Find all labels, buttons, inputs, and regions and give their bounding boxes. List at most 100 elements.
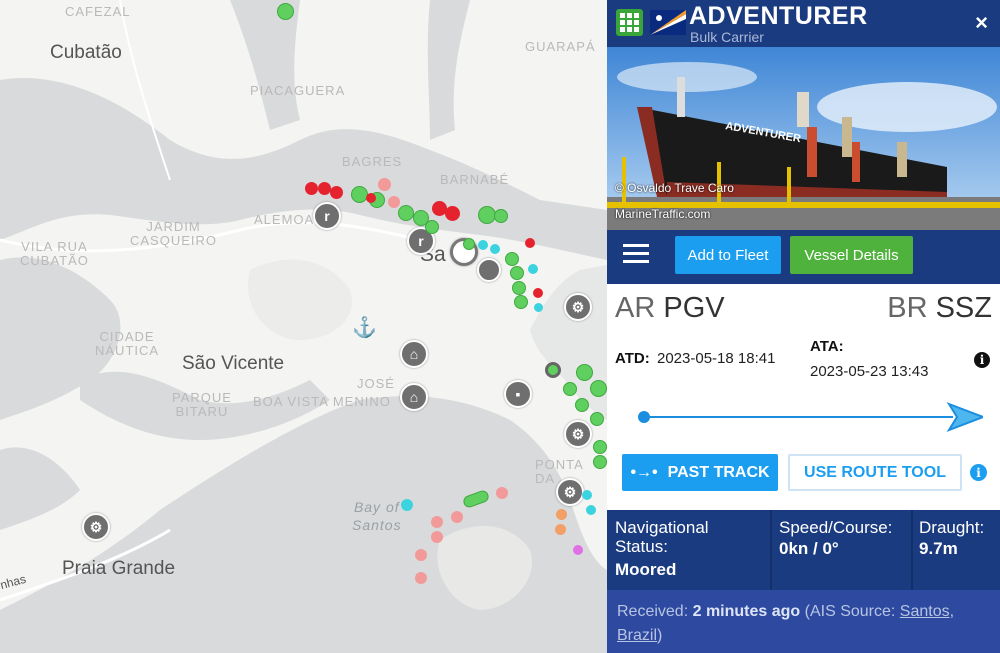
vessel-marker[interactable] (445, 206, 460, 221)
place-sao-vicente: São Vicente (182, 353, 285, 374)
received-age: 2 minutes ago (692, 603, 801, 620)
received-info: Received: 2 minutes ago (AIS Source: San… (607, 590, 1000, 653)
vessel-details-button[interactable]: Vessel Details (790, 236, 913, 274)
departure-port[interactable]: AR PGV (615, 292, 725, 325)
vessel-marker[interactable] (490, 244, 500, 254)
route-tool-button[interactable]: USE ROUTE TOOL (788, 454, 962, 491)
info-icon[interactable]: i (970, 464, 987, 481)
vessel-marker[interactable] (576, 364, 593, 381)
vessel-marker[interactable] (431, 516, 443, 528)
place-guaraqua: GUARAPÁ (525, 39, 596, 54)
vessel-marker[interactable] (512, 281, 526, 295)
basket-icon[interactable]: ⌂ (400, 340, 428, 368)
status-bar: Navigational Status: Moored Speed/Course… (607, 510, 1000, 590)
vessel-marker[interactable] (593, 440, 607, 454)
vessel-marker[interactable] (582, 490, 592, 500)
vessel-name: ADVENTURER (689, 2, 868, 30)
vessel-type: Bulk Carrier (690, 29, 764, 45)
past-track-label: PAST TRACK (667, 463, 770, 481)
vessel-info-panel: ADVENTURER Bulk Carrier × ADVENTURER © O… (607, 0, 1000, 653)
info-icon[interactable]: i (974, 352, 990, 368)
nav-status: Navigational Status: Moored (615, 518, 765, 580)
vessel-marker[interactable] (431, 531, 443, 543)
vessel-marker[interactable] (514, 295, 528, 309)
vessel-marker[interactable] (545, 362, 561, 378)
vessel-marker[interactable] (388, 196, 400, 208)
place-bay-of: Bay of (353, 499, 400, 515)
vessel-marker[interactable] (510, 266, 524, 280)
vessel-marker[interactable] (378, 178, 391, 191)
departure-port-code: PGV (663, 292, 725, 324)
vessel-marker[interactable] (494, 209, 508, 223)
port-icon[interactable]: r (313, 202, 341, 230)
anchor-icon[interactable]: ⚓ (352, 315, 377, 340)
vessel-marker[interactable] (528, 264, 538, 274)
vessel-marker[interactable] (586, 505, 596, 515)
place-alemoa: ALEMOA (254, 212, 315, 227)
place-casqueiro: CASQUEIRO (130, 233, 218, 248)
place-parque: PARQUE (172, 390, 232, 405)
port-icon[interactable] (477, 258, 501, 282)
gear-icon[interactable]: ⚙ (564, 420, 592, 448)
vessel-marker[interactable] (451, 511, 463, 523)
place-cubatao: Cubatão (50, 42, 122, 63)
vessel-marker[interactable] (305, 182, 318, 195)
vessel-marker[interactable] (415, 549, 427, 561)
received-label: Received: (617, 603, 689, 620)
panel-toolbar: Add to Fleet Vessel Details (607, 230, 1000, 284)
destination-port-code: SSZ (935, 292, 992, 324)
place-bay-of-santos: Bay of Santos (352, 498, 402, 534)
vessel-marker[interactable] (425, 220, 439, 234)
vessel-marker[interactable] (593, 455, 607, 469)
vessel-marker[interactable] (556, 509, 567, 520)
close-button[interactable]: × (975, 10, 988, 36)
add-to-fleet-button[interactable]: Add to Fleet (675, 236, 781, 274)
speed-course-value: 0kn / 0° (779, 539, 839, 558)
vessel-marker[interactable] (415, 572, 427, 584)
gear-icon[interactable]: ⚙ (82, 513, 110, 541)
vessel-marker[interactable] (401, 499, 413, 511)
speed-course: Speed/Course: 0kn / 0° (779, 518, 892, 559)
received-suffix: ) (657, 627, 663, 644)
vessel-marker[interactable] (533, 288, 543, 298)
place-vila-rica: VILA RUA CUBATÃO (20, 240, 89, 268)
atd-label: ATD: (615, 350, 650, 367)
vessel-marker[interactable] (330, 186, 343, 199)
vessel-marker[interactable] (398, 205, 414, 221)
vessel-marker[interactable] (573, 545, 583, 555)
vessel-marker[interactable] (534, 303, 543, 312)
gear-icon[interactable]: ⚙ (556, 478, 584, 506)
vessel-marker[interactable] (351, 186, 368, 203)
place-barnabe: BARNABÉ (440, 172, 510, 187)
basket-icon[interactable]: ⌂ (400, 383, 428, 411)
vessel-marker[interactable] (575, 398, 589, 412)
past-track-button[interactable]: •→• PAST TRACK (622, 454, 778, 491)
vessel-marker[interactable] (366, 193, 376, 203)
vessel-marker[interactable] (555, 524, 566, 535)
vessel-marker[interactable] (525, 238, 535, 248)
vessel-marker[interactable] (496, 487, 508, 499)
place-vila-rua: VILA RUA (21, 239, 88, 254)
place-piacaguera: PIACAGUERA (250, 83, 346, 98)
nav-status-value: Moored (615, 560, 677, 579)
map-view[interactable]: CAFEZAL Cubatão PIACAGUERA GUARAPÁ BAGRE… (0, 0, 607, 653)
divider (911, 510, 913, 590)
vessel-photo[interactable]: ADVENTURER © Osvaldo Trave Caro MarineTr… (607, 47, 1000, 230)
vessel-marker[interactable] (463, 238, 475, 250)
hamburger-menu-icon[interactable] (623, 244, 649, 266)
truck-icon[interactable]: ▪ (504, 380, 532, 408)
destination-port[interactable]: BR SSZ (887, 292, 992, 325)
vessel-marker[interactable] (563, 382, 577, 396)
voyage-section: AR PGV BR SSZ ATD: 2023-05-18 18:41 ATA:… (607, 284, 1000, 510)
vessel-marker[interactable] (590, 412, 604, 426)
apps-grid-icon[interactable] (616, 9, 643, 36)
ata-value: 2023-05-23 13:43 (810, 363, 929, 380)
place-cidade-nautica: CIDADE NÁUTICA (95, 330, 159, 358)
vessel-marker[interactable] (478, 240, 488, 250)
gear-icon[interactable]: ⚙ (564, 293, 592, 321)
vessel-marker[interactable] (590, 380, 607, 397)
atd-value: 2023-05-18 18:41 (657, 350, 776, 367)
vessel-marker[interactable] (505, 252, 519, 266)
place-praia-grande: Praia Grande (62, 558, 176, 579)
vessel-marker[interactable] (277, 3, 294, 20)
